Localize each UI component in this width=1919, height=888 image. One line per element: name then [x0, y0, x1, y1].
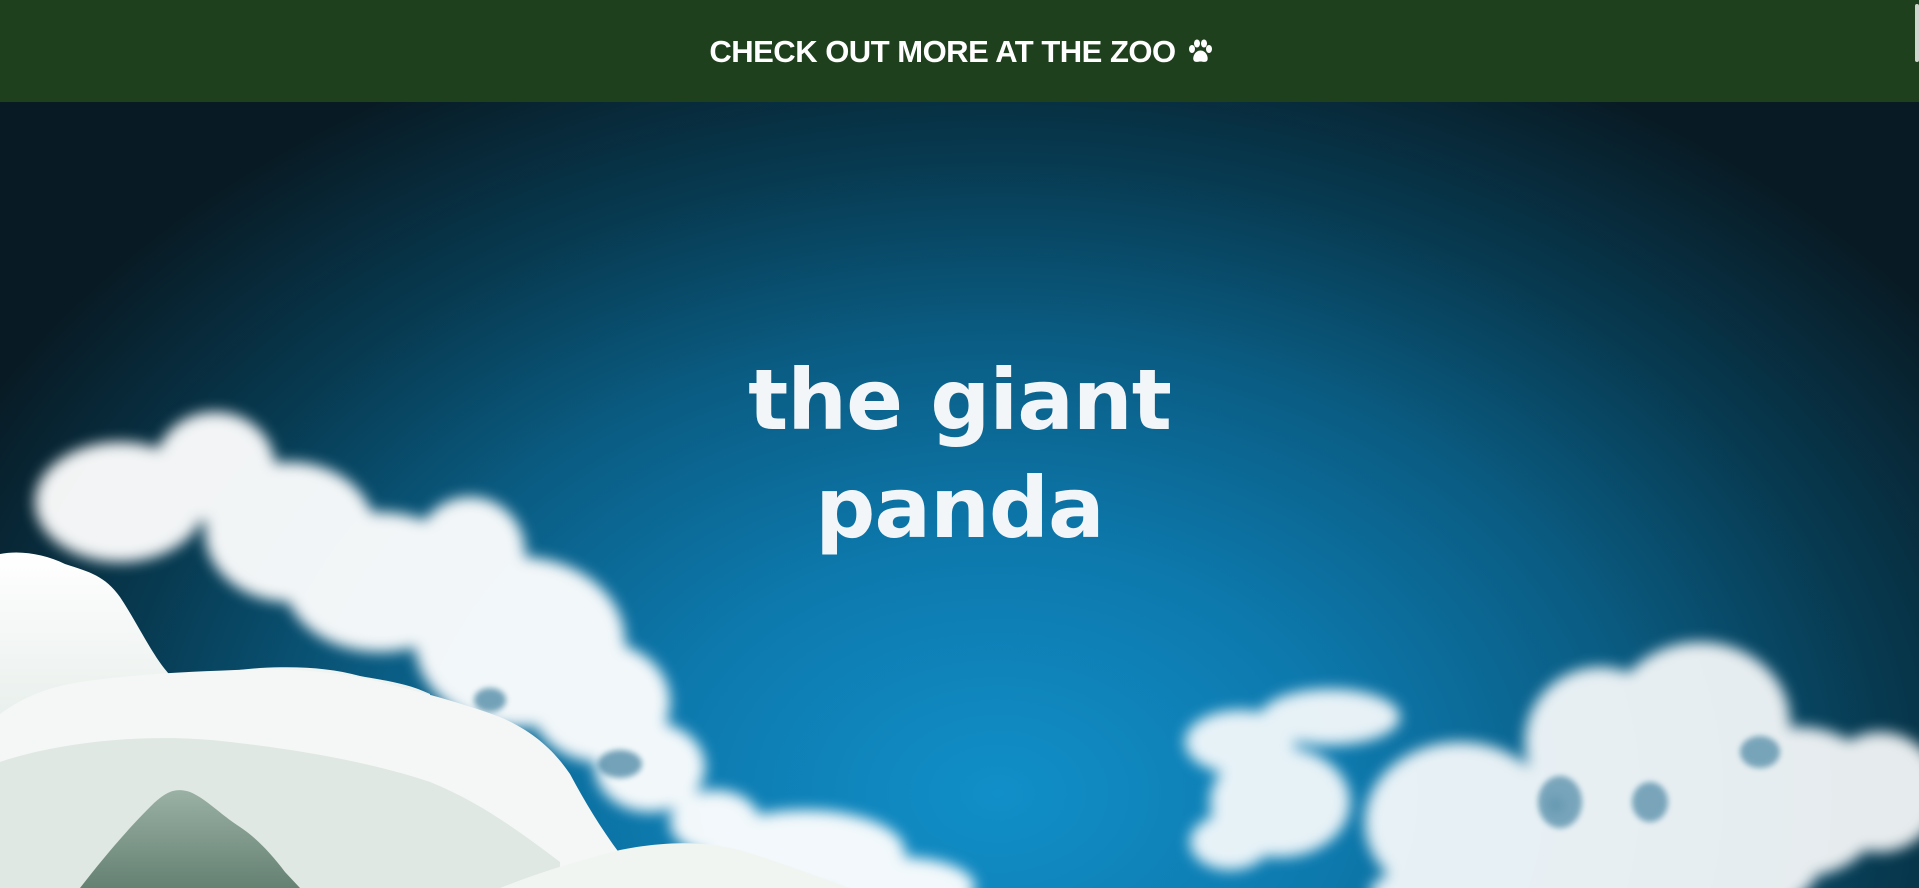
scrollbar-thumb[interactable]	[1915, 4, 1919, 62]
zoo-link[interactable]: CHECK OUT MORE AT THE ZOO	[709, 34, 1213, 70]
top-banner: CHECK OUT MORE AT THE ZOO	[0, 0, 1919, 102]
zoo-link-label: CHECK OUT MORE AT THE ZOO	[709, 34, 1176, 69]
cloud-right	[1185, 642, 1919, 888]
title-line-2: panda	[815, 459, 1104, 558]
title-line-1: the giant	[748, 351, 1172, 450]
page-title: the giant panda	[0, 346, 1919, 562]
hero-section: the giant panda	[0, 102, 1919, 888]
paw-icon	[1188, 39, 1212, 62]
